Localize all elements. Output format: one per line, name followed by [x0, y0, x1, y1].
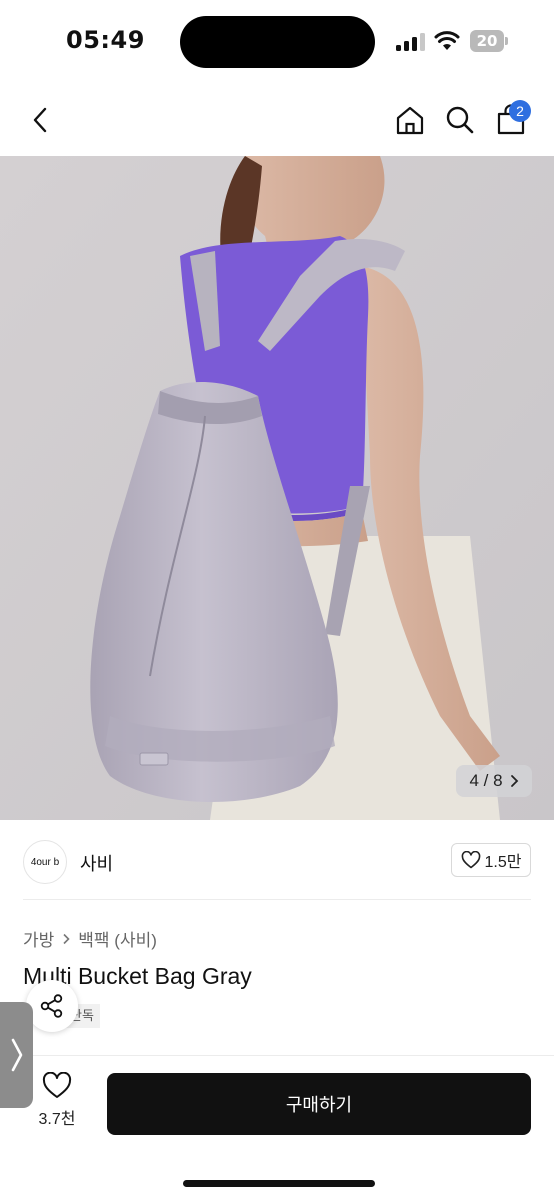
wishlist-count: 3.7천	[38, 1111, 76, 1128]
breadcrumb: 가방 백팩 (사비)	[23, 926, 157, 951]
home-button[interactable]	[390, 100, 430, 140]
top-nav	[0, 84, 554, 156]
wishlist-button[interactable]: 3.7천	[32, 1072, 82, 1132]
seller-name[interactable]: 사비	[80, 850, 113, 876]
product-image[interactable]	[0, 156, 554, 820]
back-button[interactable]	[20, 100, 60, 140]
battery-level: 20	[470, 30, 504, 52]
image-counter[interactable]: 4 / 8	[456, 765, 532, 797]
back-chevron-icon	[33, 107, 47, 133]
seller-avatar[interactable]: 4our b	[23, 840, 67, 884]
product-photo	[0, 156, 554, 820]
status-bar: 05:49 20	[0, 0, 554, 84]
seller-like-count: 1.5만	[484, 854, 522, 871]
battery-icon: 20	[470, 30, 508, 52]
seller-row[interactable]: 4our b 사비 1.5만	[0, 830, 554, 900]
chevron-right-icon	[510, 775, 518, 787]
status-time: 05:49	[66, 26, 145, 54]
share-button[interactable]	[26, 980, 78, 1032]
breadcrumb-subcategory[interactable]: 백팩 (사비)	[78, 926, 157, 951]
side-drawer-tab[interactable]	[0, 1002, 33, 1108]
breadcrumb-category[interactable]: 가방	[23, 926, 54, 951]
image-counter-label: 4 / 8	[469, 771, 503, 790]
search-icon	[446, 106, 474, 134]
home-icon	[396, 106, 424, 135]
breadcrumb-chevron-icon	[63, 933, 70, 944]
wifi-icon	[434, 31, 460, 50]
home-indicator	[183, 1180, 375, 1187]
buy-button[interactable]: 구매하기	[107, 1073, 531, 1135]
share-icon	[40, 994, 63, 1018]
dynamic-island	[180, 16, 375, 68]
signal-icon	[396, 33, 426, 51]
heart-icon	[42, 1072, 72, 1098]
divider	[23, 899, 531, 900]
cart-count-badge: 2	[509, 100, 531, 122]
search-button[interactable]	[440, 100, 480, 140]
chevron-right-icon	[11, 1038, 22, 1072]
heart-icon	[461, 851, 480, 869]
seller-like-button[interactable]: 1.5만	[451, 843, 531, 877]
